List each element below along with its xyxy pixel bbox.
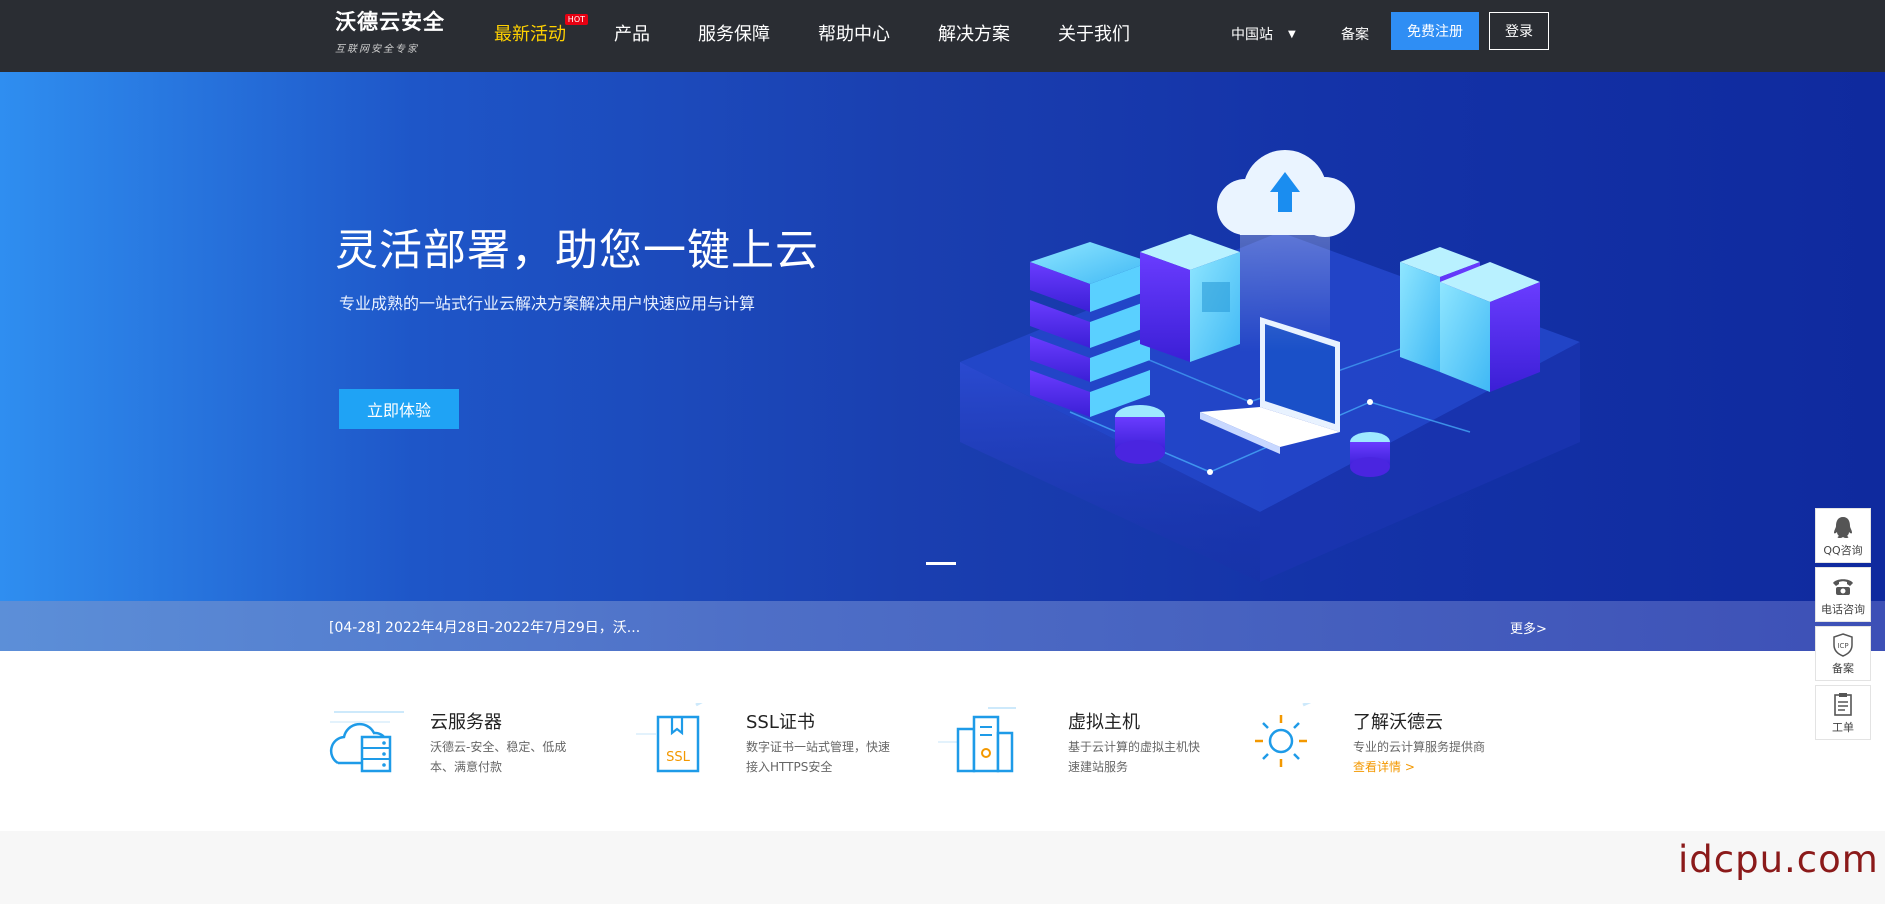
feature-description-line: 沃德云-安全、稳定、低成: [430, 740, 567, 754]
try-now-button[interactable]: 立即体验: [339, 389, 459, 429]
ssl-certificate-icon: SSL: [636, 703, 703, 773]
feature-section: 云服务器 沃德云-安全、稳定、低成 本、满意付款 SSL SSL证书 数字证书一…: [0, 651, 1885, 831]
phone-icon: [1833, 578, 1853, 595]
tool-label: 电话咨询: [1821, 602, 1865, 616]
feature-description-line: 本、满意付款: [430, 760, 503, 774]
clipboard-icon: [1834, 692, 1852, 716]
top-navigation-bar: 沃德云安全 互联网安全专家 最新活动 HOT 产品 服务保障 帮助中心 解决方案…: [0, 0, 1885, 72]
feature-title: 云服务器: [430, 712, 502, 733]
feature-title: 了解沃德云: [1353, 712, 1443, 733]
nav-item-products[interactable]: 产品: [614, 20, 650, 46]
view-details-link[interactable]: 查看详情 >: [1353, 757, 1485, 777]
feature-description-line: 接入HTTPS安全: [746, 760, 833, 774]
feature-virtual-host[interactable]: 虚拟主机 基于云计算的虚拟主机快 速建站服务: [938, 651, 1228, 831]
announcement-more-link[interactable]: 更多>: [1510, 618, 1547, 637]
site-logo[interactable]: 沃德云安全 互联网安全专家: [335, 6, 447, 56]
announcement-bar: [04-28] 2022年4月28日-2022年7月29日，沃... 更多>: [0, 601, 1885, 651]
beian-link[interactable]: 备案: [1341, 24, 1369, 44]
feature-description: 基于云计算的虚拟主机快 速建站服务: [1068, 737, 1200, 777]
nav-item-latest-activity[interactable]: 最新活动 HOT: [494, 14, 588, 46]
carousel-indicator[interactable]: [926, 562, 956, 565]
icp-filing-button[interactable]: ICP 备案: [1815, 626, 1871, 681]
page-bottom-area: [0, 831, 1885, 904]
qq-icon: [1834, 516, 1852, 538]
nav-item-solutions[interactable]: 解决方案: [938, 20, 1010, 46]
feature-description-line: 数字证书一站式管理，快速: [746, 740, 891, 754]
ssl-icon-text: SSL: [666, 750, 691, 765]
hero-title: 灵活部署，助您一键上云: [335, 226, 819, 276]
tool-label: QQ咨询: [1823, 543, 1863, 557]
cloud-server-icon: [329, 711, 404, 773]
nav-item-service-guarantee[interactable]: 服务保障: [698, 20, 770, 46]
logo-slogan: 互联网安全专家: [335, 44, 419, 55]
feature-description-line: 速建站服务: [1068, 760, 1129, 774]
hot-badge: HOT: [564, 14, 588, 25]
logo-name: 沃德云安全: [335, 10, 445, 34]
main-nav: 最新活动 HOT 产品 服务保障 帮助中心 解决方案 关于我们: [494, 14, 1178, 46]
register-button[interactable]: 免费注册: [1391, 12, 1479, 50]
nav-item-about-us[interactable]: 关于我们: [1058, 20, 1130, 46]
nav-item-label: 最新活动: [494, 24, 566, 45]
tool-label: 备案: [1832, 661, 1854, 675]
icp-icon-text: ICP: [1837, 642, 1848, 650]
feature-title: SSL证书: [746, 712, 815, 733]
login-button[interactable]: 登录: [1489, 12, 1549, 50]
hero-banner: 灵活部署，助您一键上云 专业成熟的一站式行业云解决方案解决用户快速应用与计算 立…: [0, 72, 1885, 601]
side-floating-toolbar: QQ咨询 电话咨询 ICP 备案 工单: [1815, 508, 1871, 744]
nav-item-help-center[interactable]: 帮助中心: [818, 20, 890, 46]
announcement-text[interactable]: [04-28] 2022年4月28日-2022年7月29日，沃...: [329, 617, 640, 637]
virtual-host-icon: [938, 707, 1016, 773]
feature-description-line: 基于云计算的虚拟主机快: [1068, 740, 1201, 754]
icp-shield-icon: ICP: [1833, 632, 1853, 657]
hero-subtitle: 专业成熟的一站式行业云解决方案解决用户快速应用与计算: [339, 294, 756, 313]
feature-description: 数字证书一站式管理，快速 接入HTTPS安全: [746, 737, 890, 777]
qq-consult-button[interactable]: QQ咨询: [1815, 508, 1871, 563]
region-selector[interactable]: 中国站 ▼: [1231, 24, 1296, 44]
cloud-servers-illustration: [960, 150, 1580, 582]
watermark: idcpu.com: [1678, 838, 1879, 881]
feature-about-wode-cloud[interactable]: 了解沃德云 专业的云计算服务提供商 查看详情 >: [1243, 651, 1543, 831]
feature-description: 专业的云计算服务提供商 查看详情 >: [1353, 737, 1485, 777]
feature-cloud-server[interactable]: 云服务器 沃德云-安全、稳定、低成 本、满意付款: [328, 651, 598, 831]
feature-ssl-certificate[interactable]: SSL SSL证书 数字证书一站式管理，快速 接入HTTPS安全: [636, 651, 916, 831]
feature-description-line: 专业的云计算服务提供商: [1353, 740, 1486, 754]
chevron-down-icon: ▼: [1288, 28, 1296, 40]
tool-label: 工单: [1832, 720, 1854, 734]
phone-consult-button[interactable]: 电话咨询: [1815, 567, 1871, 622]
feature-title: 虚拟主机: [1068, 712, 1140, 733]
work-order-button[interactable]: 工单: [1815, 685, 1871, 740]
sun-gear-icon: [1255, 703, 1312, 767]
region-label: 中国站: [1231, 27, 1273, 43]
feature-description: 沃德云-安全、稳定、低成 本、满意付款: [430, 737, 566, 777]
